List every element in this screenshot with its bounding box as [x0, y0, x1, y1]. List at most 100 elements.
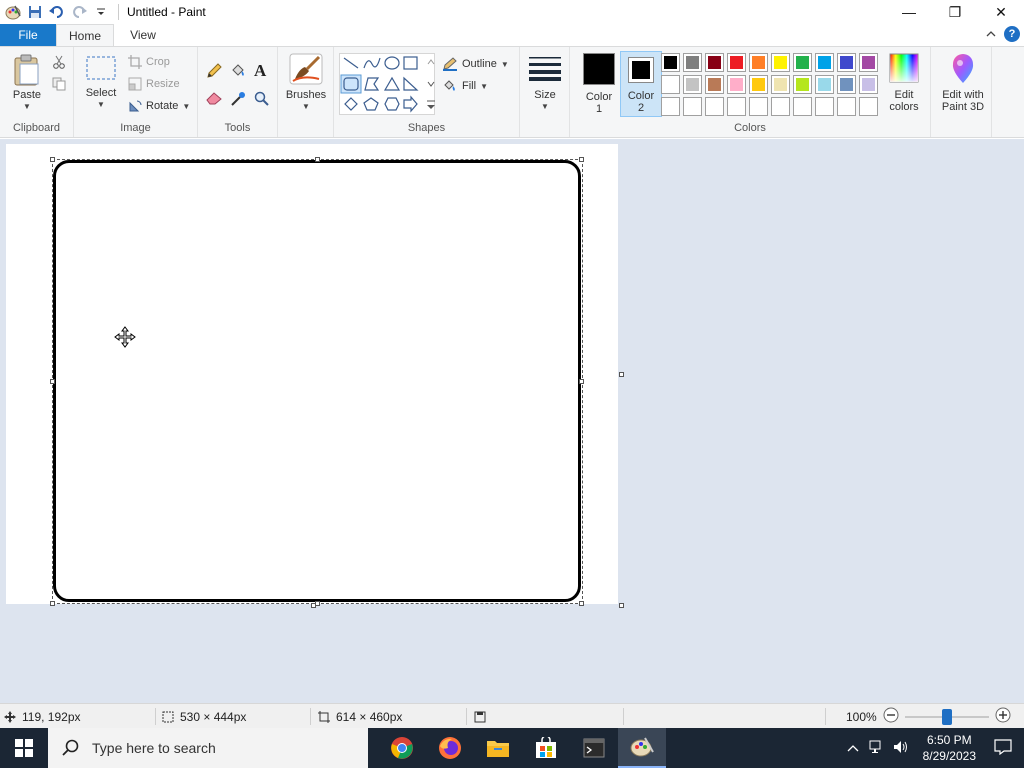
palette-swatch[interactable] [661, 75, 680, 94]
palette-swatch[interactable] [837, 53, 856, 72]
tab-view[interactable]: View [114, 24, 172, 46]
edit-colors-button[interactable]: Edit colors [884, 53, 924, 113]
line-shape-icon[interactable] [343, 57, 359, 69]
help-icon[interactable]: ? [1004, 26, 1020, 42]
pencil-icon[interactable] [206, 63, 222, 82]
palette-swatch[interactable] [771, 53, 790, 72]
triangle-shape-icon[interactable] [383, 76, 401, 91]
palette-swatch[interactable] [683, 75, 702, 94]
right-arrow-shape-icon[interactable] [403, 95, 418, 113]
text-tool-icon[interactable]: A [254, 61, 266, 81]
rectangle-shape-icon[interactable] [403, 56, 418, 70]
palette-swatch[interactable] [815, 97, 834, 116]
brushes-button[interactable]: Brushes ▼ [286, 53, 326, 113]
pentagon-shape-icon[interactable] [363, 97, 379, 111]
eraser-icon[interactable] [206, 91, 222, 108]
customize-toolbar-icon[interactable] [90, 1, 112, 23]
volume-icon[interactable] [889, 740, 913, 757]
magnifier-icon[interactable] [254, 91, 270, 110]
canvas-workspace[interactable] [0, 139, 1024, 703]
edit-with-paint3d-button[interactable]: Edit with Paint 3D [935, 53, 991, 113]
shapes-scroll-down-icon[interactable] [427, 81, 435, 87]
selection-handle-t[interactable] [315, 157, 320, 162]
close-button[interactable]: ✕ [978, 0, 1024, 24]
selection-handle-r[interactable] [579, 379, 584, 384]
palette-swatch[interactable] [749, 97, 768, 116]
tab-file[interactable]: File [0, 24, 56, 46]
palette-swatch[interactable] [683, 97, 702, 116]
size-button[interactable]: Size ▼ [526, 55, 564, 113]
diamond-shape-icon[interactable] [344, 97, 358, 111]
canvas-resize-handle-right[interactable] [619, 372, 624, 377]
polygon-shape-icon[interactable] [364, 77, 380, 91]
resize-button[interactable]: Resize [128, 77, 180, 91]
paste-button[interactable]: Paste ▼ [8, 53, 46, 113]
undo-icon[interactable] [46, 1, 68, 23]
show-hidden-icons[interactable] [841, 741, 865, 755]
cut-icon[interactable] [52, 55, 66, 72]
shapes-scroll-up-icon[interactable] [427, 59, 435, 65]
selection-box[interactable] [52, 159, 583, 604]
palette-swatch[interactable] [771, 97, 790, 116]
canvas-resize-handle-bottom[interactable] [311, 603, 316, 608]
palette-swatch[interactable] [837, 97, 856, 116]
taskbar-firefox[interactable] [426, 728, 474, 768]
selection-handle-br[interactable] [579, 601, 584, 606]
color-picker-icon[interactable] [230, 91, 246, 110]
color2-button[interactable]: Color 2 [620, 51, 662, 117]
paste-dropdown-icon[interactable]: ▼ [23, 101, 31, 113]
minimize-button[interactable]: — [886, 0, 932, 24]
palette-swatch[interactable] [859, 53, 878, 72]
taskbar-terminal[interactable] [570, 728, 618, 768]
hexagon-shape-icon[interactable] [384, 97, 400, 111]
palette-swatch[interactable] [661, 53, 680, 72]
color1-button[interactable]: Color 1 [578, 51, 620, 117]
fill-dropdown-icon[interactable]: ▼ [480, 82, 488, 91]
taskbar-file-explorer[interactable] [474, 728, 522, 768]
selection-handle-l[interactable] [50, 379, 55, 384]
outline-button[interactable]: Outline ▼ [442, 57, 509, 71]
zoom-slider-thumb[interactable] [941, 708, 952, 725]
notification-center-icon[interactable] [986, 738, 1024, 758]
tab-home[interactable]: Home [56, 24, 114, 46]
palette-swatch[interactable] [661, 97, 680, 116]
palette-swatch[interactable] [793, 53, 812, 72]
selection-handle-tr[interactable] [579, 157, 584, 162]
fill-button[interactable]: Fill ▼ [442, 79, 488, 93]
zoom-in-icon[interactable] [995, 707, 1011, 726]
palette-swatch[interactable] [705, 97, 724, 116]
taskbar-paint[interactable] [618, 728, 666, 768]
drawing-canvas[interactable] [6, 144, 618, 606]
palette-swatch[interactable] [793, 97, 812, 116]
palette-swatch[interactable] [793, 75, 812, 94]
restore-button[interactable]: ❐ [932, 0, 978, 24]
select-button[interactable]: Select ▼ [82, 55, 120, 111]
palette-swatch[interactable] [727, 75, 746, 94]
palette-swatch[interactable] [705, 75, 724, 94]
right-triangle-shape-icon[interactable] [403, 76, 419, 91]
network-icon[interactable] [865, 740, 889, 757]
palette-swatch[interactable] [705, 53, 724, 72]
paint-app-icon[interactable] [2, 1, 24, 23]
collapse-ribbon-icon[interactable] [986, 27, 996, 41]
palette-swatch[interactable] [837, 75, 856, 94]
taskbar-clock[interactable]: 6:50 PM 8/29/2023 [913, 732, 986, 764]
palette-swatch[interactable] [683, 53, 702, 72]
palette-swatch[interactable] [749, 53, 768, 72]
selection-handle-tl[interactable] [50, 157, 55, 162]
taskbar-store[interactable] [522, 728, 570, 768]
curve-shape-icon[interactable] [363, 57, 381, 69]
palette-swatch[interactable] [727, 53, 746, 72]
oval-shape-icon[interactable] [384, 56, 400, 70]
palette-swatch[interactable] [859, 97, 878, 116]
shapes-more-icon[interactable] [427, 100, 435, 109]
rotate-button[interactable]: Rotate ▼ [128, 99, 190, 113]
brushes-dropdown-icon[interactable]: ▼ [302, 101, 310, 113]
palette-swatch[interactable] [727, 97, 746, 116]
fill-bucket-icon[interactable] [230, 63, 246, 82]
crop-button[interactable]: Crop [128, 55, 170, 69]
canvas-resize-handle-corner[interactable] [619, 603, 624, 608]
outline-dropdown-icon[interactable]: ▼ [501, 60, 509, 69]
zoom-slider[interactable] [904, 708, 989, 725]
taskbar-search-box[interactable]: Type here to search [48, 728, 368, 768]
